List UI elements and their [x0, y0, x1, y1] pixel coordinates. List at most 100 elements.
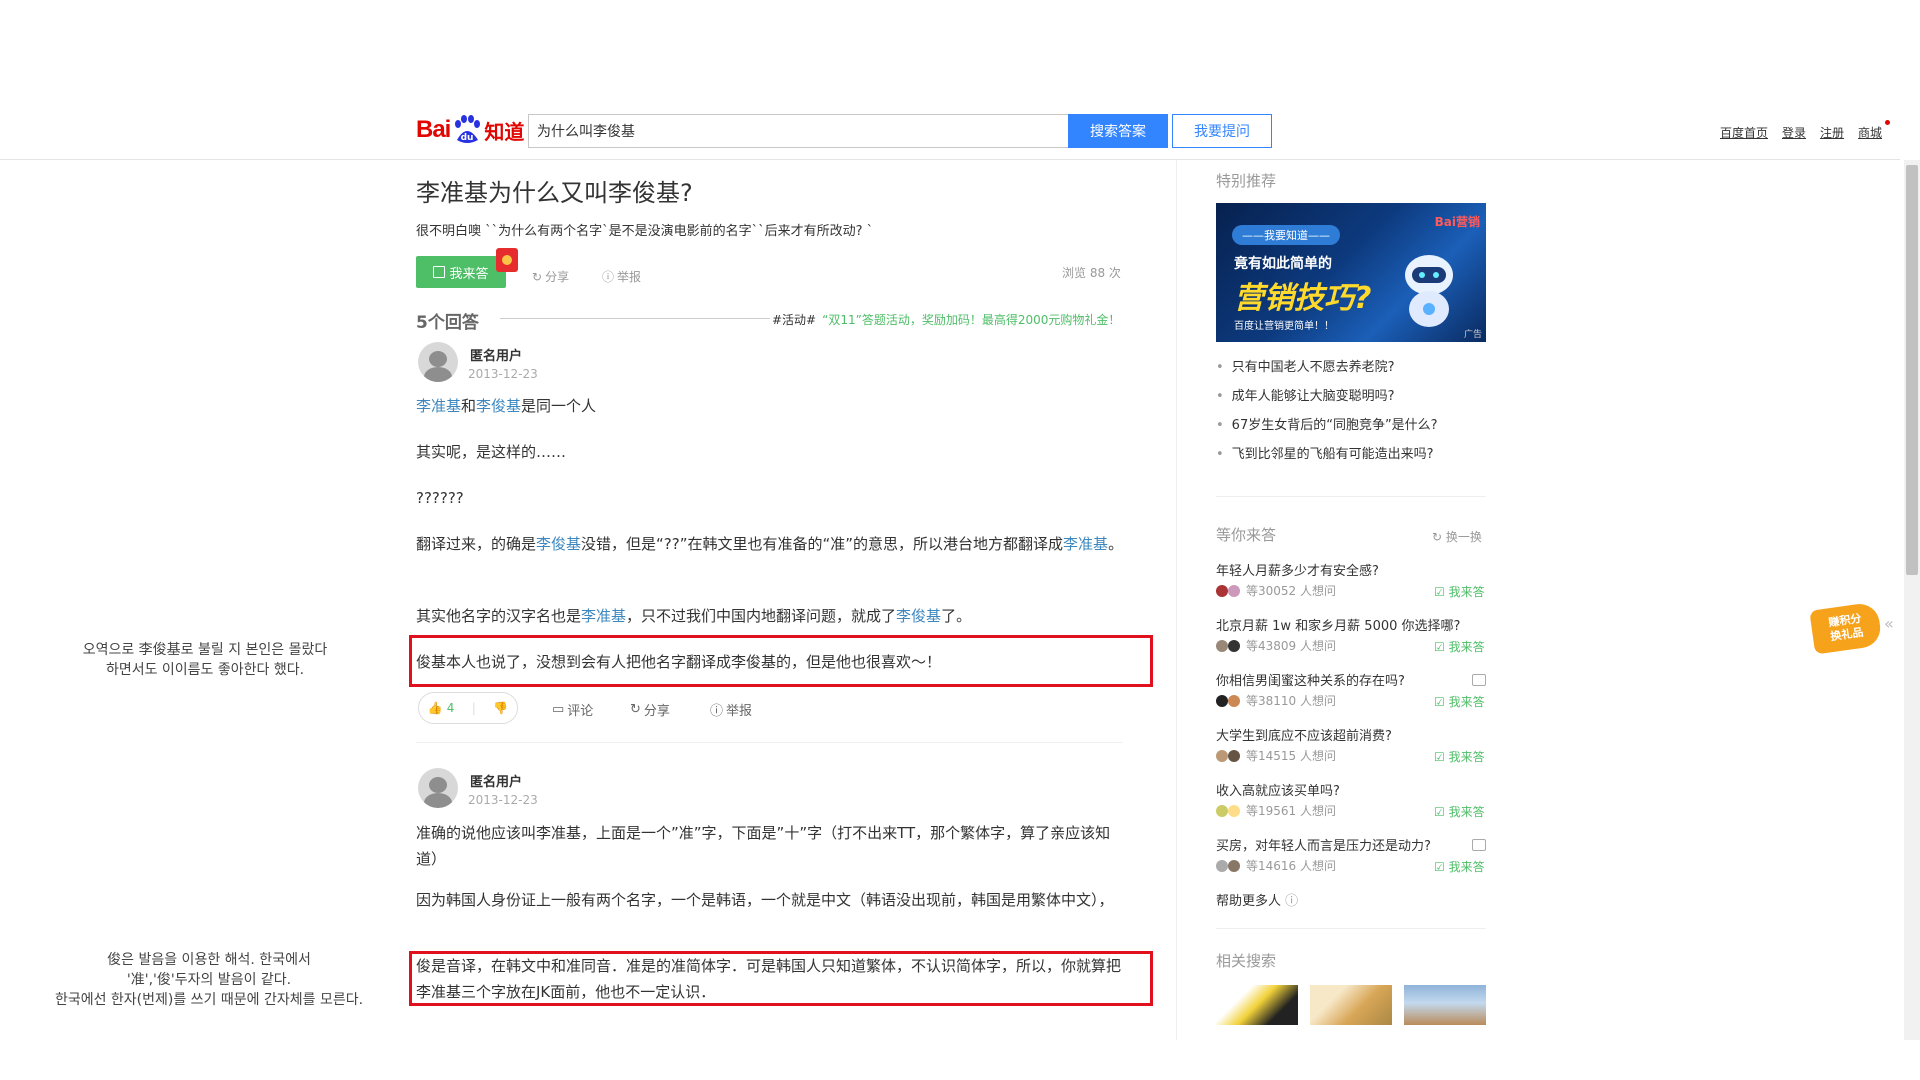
ask-question-button[interactable]: 我要提问: [1172, 114, 1272, 148]
highlight-box: [409, 635, 1153, 687]
share-icon: ↻: [630, 702, 641, 717]
list-item[interactable]: 67岁生女背后的“同胞竞争”是什么?: [1216, 416, 1438, 445]
list-item[interactable]: 只有中国老人不愿去养老院?: [1216, 358, 1438, 387]
waiting-question[interactable]: 大学生到底应不应该超前消费?: [1216, 725, 1392, 744]
annotation-note: 俊은 발음을 이용한 해석. 한국에서 '准','俊'두자의 발음이 같다. 한…: [54, 952, 364, 1008]
entity-link[interactable]: 李俊基: [476, 397, 521, 415]
annotation-note: 오역으로 李俊基로 불릴 지 본인은 몰랐다 하면서도 이이름도 좋아한다 했다…: [82, 642, 328, 678]
answer-link[interactable]: ☑ 我来答: [1434, 748, 1485, 765]
related-thumbnail[interactable]: [1216, 985, 1298, 1025]
recommend-list: 只有中国老人不愿去养老院? 成年人能够让大脑变聪明吗? 67岁生女背后的“同胞竞…: [1216, 358, 1438, 474]
answer-link[interactable]: ☑ 我来答: [1434, 583, 1485, 600]
logo-du-text: du: [461, 133, 474, 143]
vote-divider: |: [471, 701, 476, 715]
answer-link[interactable]: ☑ 我来答: [1434, 803, 1485, 820]
waiting-question[interactable]: 年轻人月薪多少才有安全感?: [1216, 560, 1379, 579]
help-more-link[interactable]: 帮助更多人 ⓘ: [1216, 890, 1298, 909]
refresh-icon: ↻: [1432, 530, 1446, 544]
report-icon: ⓘ: [710, 704, 724, 719]
mall-link[interactable]: 商城: [1858, 120, 1891, 141]
edit-icon: [433, 266, 446, 278]
edit-icon: ☑: [1434, 860, 1449, 874]
waiting-meta: 等14515 人想问: [1216, 747, 1336, 764]
sidebar-divider: [1176, 160, 1177, 1040]
ad-tag: ——我要知道——: [1232, 225, 1340, 245]
entity-link[interactable]: 李准基: [1063, 535, 1108, 553]
waiting-meta: 等19561 人想问: [1216, 802, 1336, 819]
answer-username[interactable]: 匿名用户: [470, 771, 522, 790]
answer-paragraph: ??????: [416, 489, 464, 507]
answer-link[interactable]: ☑ 我来答: [1434, 693, 1485, 710]
search-answer-button[interactable]: 搜索答案: [1068, 114, 1168, 148]
answer-report-link[interactable]: ⓘ 举报: [710, 700, 752, 719]
answer-paragraph: 其实他名字的汉字名也是李准基，只不过我们中国内地翻译问题，就成了李俊基了。: [416, 607, 972, 625]
answer-date: 2013-12-23: [468, 367, 538, 381]
like-count: 4: [446, 701, 455, 715]
image-icon: [1472, 839, 1486, 851]
robot-icon: [1405, 255, 1453, 327]
waiting-question[interactable]: 收入高就应该买单吗?: [1216, 780, 1340, 799]
ad-banner[interactable]: Bai营销 ——我要知道—— 竟有如此简单的 营销技巧? 百度让营销更简单！！ …: [1216, 203, 1486, 342]
red-packet-icon[interactable]: [496, 248, 518, 272]
earn-points-widget[interactable]: 赚积分 换礼品: [1809, 601, 1883, 655]
related-search-title: 相关搜索: [1216, 952, 1277, 970]
report-icon: ⓘ: [602, 270, 615, 284]
login-link[interactable]: 登录: [1782, 124, 1806, 141]
double-chevron-left-icon[interactable]: «: [1884, 614, 1894, 633]
answer-date: 2013-12-23: [468, 793, 538, 807]
register-link[interactable]: 注册: [1820, 124, 1844, 141]
swap-button[interactable]: ↻ 换一换: [1432, 528, 1482, 545]
waiting-meta: ​等30052 人想问: [1216, 582, 1336, 599]
waiting-question[interactable]: 买房，对年轻人而言是压力还是动力?: [1216, 835, 1431, 854]
ad-title: 营销技巧?: [1234, 281, 1372, 316]
avatar[interactable]: [418, 342, 458, 382]
entity-link[interactable]: 李俊基: [896, 607, 941, 625]
entity-link[interactable]: 李俊基: [536, 535, 581, 553]
entity-link[interactable]: 李准基: [416, 397, 461, 415]
activity-banner[interactable]: #活动# “双11”答题活动，奖励加码！最高得2000元购物礼金！: [772, 311, 1120, 328]
thumbs-up-icon: 👍: [427, 701, 443, 715]
ad-mark: 广告: [1463, 330, 1482, 340]
waiting-meta: 等14616 人想问: [1216, 857, 1336, 874]
vote-box: 👍 4 | 👎: [418, 692, 518, 724]
sidebar-separator: [1216, 928, 1486, 929]
report-link[interactable]: ⓘ 举报: [602, 268, 641, 285]
waiting-question[interactable]: 你相信男闺蜜这种关系的存在吗?: [1216, 670, 1405, 689]
baidu-zhidao-logo[interactable]: Bai du 知道: [416, 112, 524, 148]
avatar[interactable]: [418, 768, 458, 808]
entity-link[interactable]: 李准基: [581, 607, 626, 625]
waiting-meta: 等43809 人想问: [1216, 637, 1336, 654]
answer-link[interactable]: ☑ 我来答: [1434, 638, 1485, 655]
search-input[interactable]: [528, 114, 1068, 148]
answer-button[interactable]: 我来答: [416, 256, 506, 288]
answer-paragraph: 翻译过来，的确是李俊基没错，但是“??”在韩文里也有准备的“准”的意思，所以港台…: [416, 535, 1124, 553]
notification-dot: [1885, 120, 1891, 125]
share-link[interactable]: ↻ 分享: [532, 268, 569, 285]
list-item[interactable]: 飞到比邻星的飞船有可能造出来吗?: [1216, 445, 1438, 474]
waiting-title: 等你来答: [1216, 526, 1277, 544]
waiting-question[interactable]: 北京月薪 1w 和家乡月薪 5000 你选择哪?: [1216, 615, 1460, 634]
scrollbar-thumb[interactable]: [1906, 165, 1918, 575]
activity-tag: #活动#: [772, 313, 817, 327]
related-thumbnail[interactable]: [1310, 985, 1392, 1025]
answer-share-link[interactable]: ↻ 分享: [630, 700, 670, 719]
answer-username[interactable]: 匿名用户: [470, 345, 522, 364]
question-title: 李准基为什么又叫李俊基?: [416, 179, 693, 207]
question-mark-icon: ⓘ: [1281, 894, 1299, 909]
edit-icon: ☑: [1434, 585, 1449, 599]
top-links: 百度首页 登录 注册 商城: [1720, 120, 1891, 141]
special-recommend-title: 特别推荐: [1216, 172, 1277, 190]
answer-paragraph: 其实呢，是这样的……: [416, 443, 567, 461]
answer-link[interactable]: ☑ 我来答: [1434, 858, 1485, 875]
list-item[interactable]: 成年人能够让大脑变聪明吗?: [1216, 387, 1438, 416]
related-thumbnail[interactable]: [1404, 985, 1486, 1025]
home-link[interactable]: 百度首页: [1720, 124, 1768, 141]
edit-icon: ☑: [1434, 805, 1449, 819]
like-button[interactable]: 👍 4: [428, 701, 455, 715]
dislike-button[interactable]: 👎: [493, 701, 508, 715]
logo-zhidao-text: 知道: [484, 121, 525, 144]
answer-button-label: 我来答: [449, 266, 489, 282]
comment-link[interactable]: ▭ 评论: [552, 700, 593, 719]
edit-icon: ☑: [1434, 750, 1449, 764]
answer-separator: [416, 742, 1122, 743]
